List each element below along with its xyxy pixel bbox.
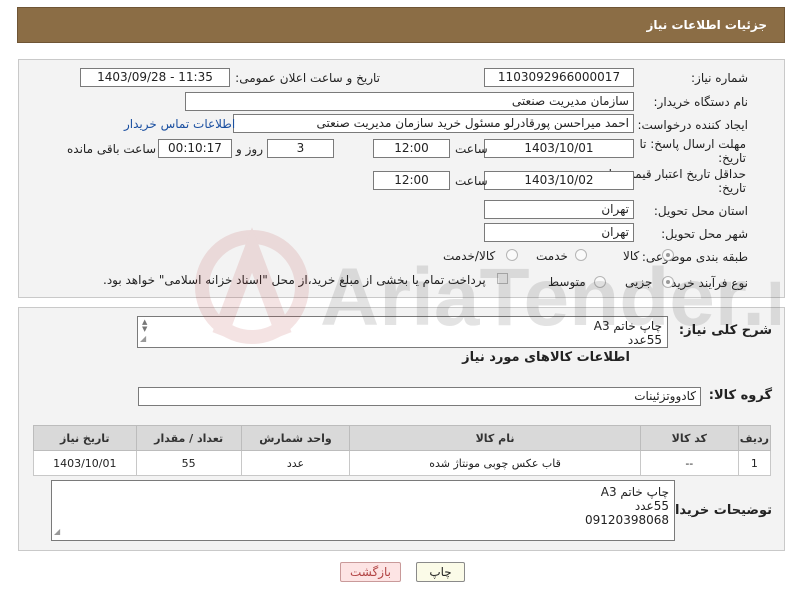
reply-deadline-date-label: تاریخ: — [718, 151, 746, 165]
resize-grip-icon[interactable]: ◢ — [54, 525, 60, 539]
buyer-org-field: سازمان مدیریت صنعتی — [185, 92, 634, 111]
remaining-time-label: ساعت باقی مانده — [67, 142, 157, 156]
reply-deadline-label: مهلت ارسال پاسخ: تا — [639, 137, 746, 151]
price-time-field: 12:00 — [373, 171, 450, 190]
page-header: جزئیات اطلاعات نیاز — [17, 7, 785, 43]
buyer-notes-line-1: چاپ خاتم A3 — [600, 485, 669, 499]
cell-unit: عدد — [240, 450, 351, 476]
description-line-2: 55عدد — [627, 333, 662, 347]
description-label: شرح کلی نیاز: — [678, 323, 772, 338]
buyer-notes-label: توضیحات خریدار: — [662, 503, 772, 518]
col-need-date: تاریخ نیاز — [33, 425, 137, 451]
remaining-time-field: 00:10:17 — [158, 139, 232, 158]
category-option-goods: کالا — [623, 249, 640, 263]
process-radio-minor[interactable] — [662, 276, 674, 288]
category-radio-goods-service[interactable] — [506, 249, 518, 261]
cell-need-date: 1403/10/01 — [33, 450, 137, 476]
col-name: نام کالا — [349, 425, 641, 451]
buyer-contact-link[interactable]: اطلاعات تماس خریدار — [124, 117, 235, 131]
goods-group-label: گروه کالا: — [708, 388, 772, 403]
col-code: کد کالا — [639, 425, 739, 451]
goods-section-title: اطلاعات کالاهای مورد نیاز — [462, 350, 630, 365]
announce-datetime-label: تاریخ و ساعت اعلان عمومی: — [235, 71, 380, 85]
category-option-service: خدمت — [536, 249, 568, 263]
col-unit: واحد شمارش — [240, 425, 351, 451]
scroll-arrows-icon[interactable]: ▲ ▼ — [142, 319, 147, 333]
treasury-payment-note: پرداخت تمام یا بخشی از مبلغ خرید،از محل … — [103, 273, 486, 287]
goods-group-field: کادووتزئینات — [138, 387, 701, 406]
buyer-org-label: نام دستگاه خریدار: — [653, 95, 749, 109]
table-row: 1 -- قاب عکس چوبی مونتاژ شده عدد 55 1403… — [33, 450, 772, 476]
price-deadline-date-label: تاریخ: — [718, 181, 746, 195]
province-field: تهران — [484, 200, 634, 219]
cell-code: -- — [639, 450, 739, 476]
description-line-1: چاپ خاتم A3 — [593, 319, 662, 333]
days-field: 3 — [267, 139, 334, 158]
days-label: روز و — [236, 142, 263, 156]
province-label: استان محل تحویل: — [653, 204, 748, 218]
treasury-payment-checkbox[interactable] — [497, 273, 508, 284]
price-time-label: ساعت — [455, 174, 488, 188]
need-number-label: شماره نیاز: — [691, 71, 748, 85]
reply-time-field: 12:00 — [373, 139, 450, 158]
col-row: ردیف — [737, 425, 772, 451]
city-label: شهر محل تحویل: — [661, 227, 748, 241]
creator-label: ایجاد کننده درخواست: — [637, 118, 748, 132]
city-field: تهران — [484, 223, 634, 242]
need-number-field: 1103092966000017 — [484, 68, 634, 87]
process-option-medium: متوسط — [548, 275, 586, 289]
reply-date-field: 1403/10/01 — [484, 139, 634, 158]
reply-time-label: ساعت — [455, 142, 488, 156]
back-button[interactable]: بازگشت — [340, 562, 401, 582]
cell-quantity: 55 — [135, 450, 242, 476]
announce-datetime-field: 1403/09/28 - 11:35 — [80, 68, 230, 87]
process-option-minor: جزیی — [625, 275, 653, 289]
cell-row: 1 — [737, 450, 772, 476]
creator-field: احمد میراحسن پورقادرلو مسئول خرید سازمان… — [233, 114, 634, 133]
buyer-notes-textarea[interactable]: چاپ خاتم A3 55عدد 09120398068 ◢ — [51, 480, 675, 541]
category-radio-goods[interactable] — [662, 249, 674, 261]
description-textarea[interactable]: چاپ خاتم A3 55عدد ▲ ▼ ◢ — [137, 316, 668, 348]
process-radio-medium[interactable] — [594, 276, 606, 288]
cell-name: قاب عکس چوبی مونتاژ شده — [349, 450, 641, 476]
print-button[interactable]: چاپ — [416, 562, 465, 582]
price-date-field: 1403/10/02 — [484, 171, 634, 190]
buyer-notes-line-3: 09120398068 — [585, 513, 669, 527]
category-option-goods-service: کالا/خدمت — [443, 249, 496, 263]
process-type-label: نوع فرآیند خرید : — [663, 276, 748, 290]
category-radio-service[interactable] — [575, 249, 587, 261]
col-quantity: تعداد / مقدار — [135, 425, 242, 451]
resize-grip-icon[interactable]: ◢ — [140, 332, 146, 346]
goods-table-header: ردیف کد کالا نام کالا واحد شمارش تعداد /… — [33, 425, 772, 451]
page-title: جزئیات اطلاعات نیاز — [646, 18, 767, 32]
category-label: طبقه بندی موضوعی: — [641, 250, 748, 264]
goods-table: ردیف کد کالا نام کالا واحد شمارش تعداد /… — [33, 425, 772, 476]
buyer-notes-line-2: 55عدد — [634, 499, 669, 513]
